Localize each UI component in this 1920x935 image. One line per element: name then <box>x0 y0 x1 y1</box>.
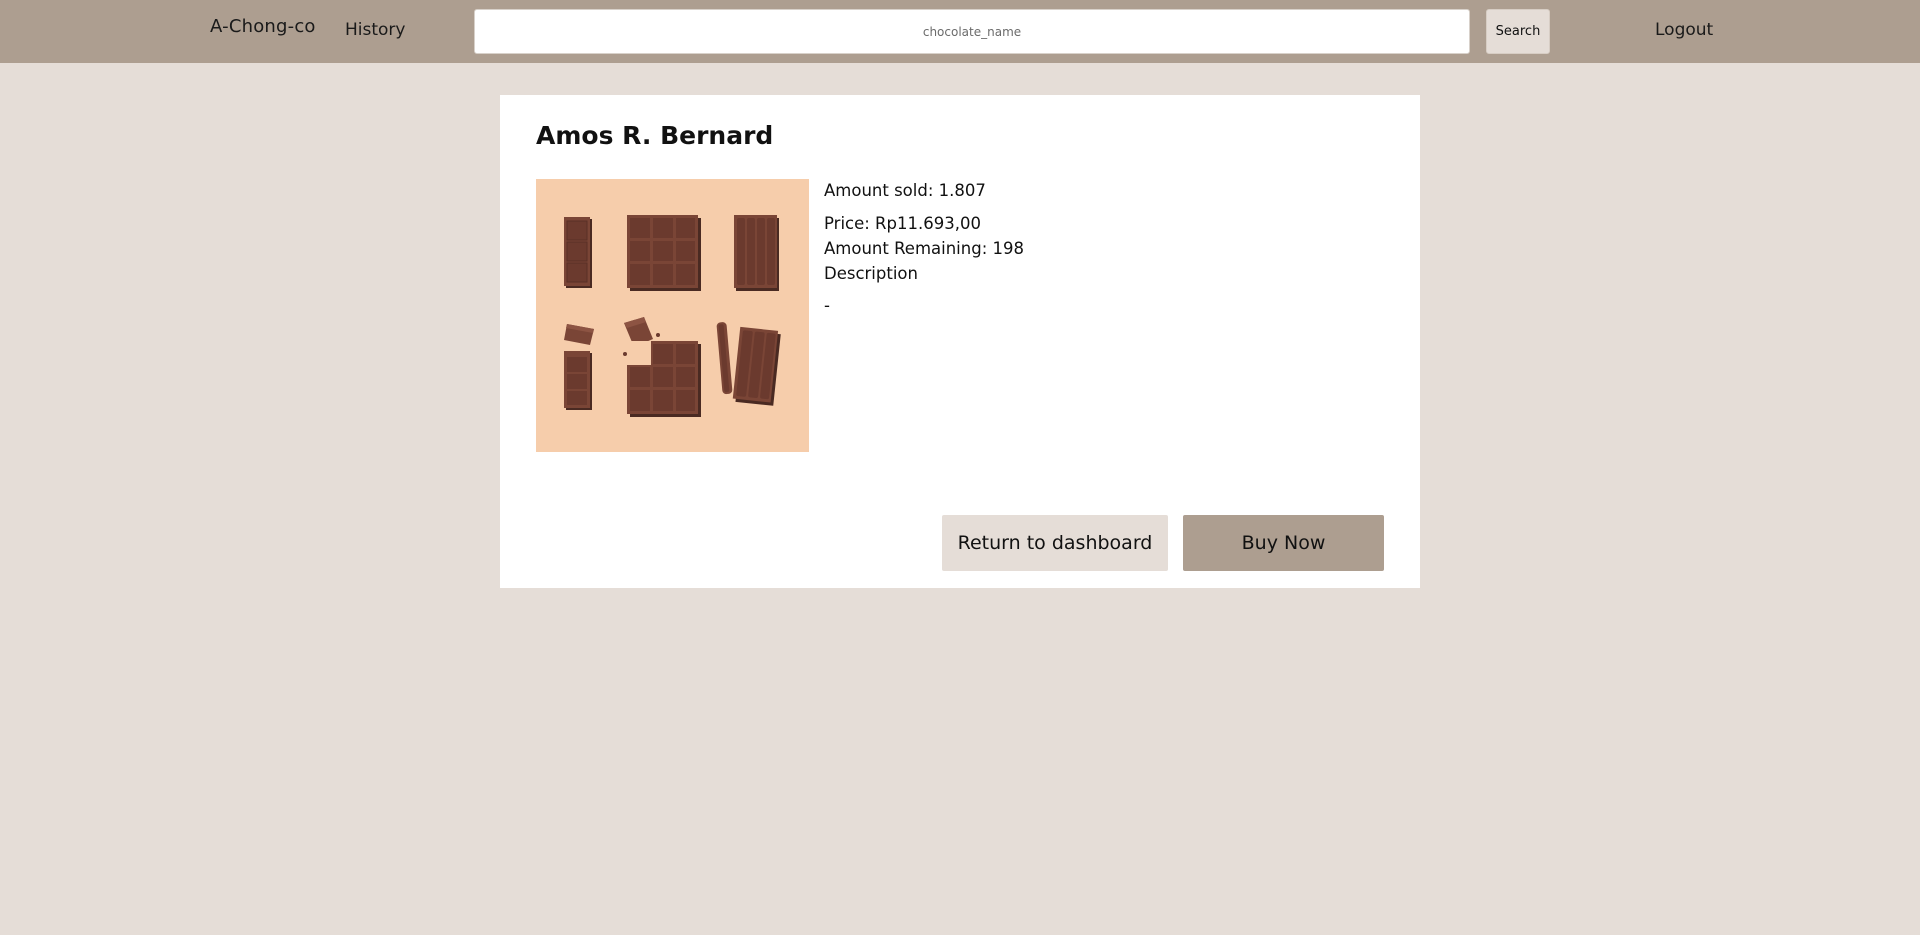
search-button[interactable]: Search <box>1486 9 1550 54</box>
search-input[interactable] <box>474 9 1470 54</box>
product-image <box>536 179 809 452</box>
nav-history-link[interactable]: History <box>345 20 405 40</box>
product-detail-card: Amos R. Bernard Amount sold: 1.807 Price… <box>500 95 1420 588</box>
description-text: - <box>824 296 830 315</box>
top-navbar: A-Chong-co History Search Logout <box>0 0 1920 63</box>
description-label: Description <box>824 264 918 283</box>
amount-remaining-text: Amount Remaining: 198 <box>824 239 1024 258</box>
brand-logo-link[interactable]: A-Chong-co <box>210 16 316 37</box>
logout-link[interactable]: Logout <box>1655 20 1713 40</box>
price-text: Price: Rp11.693,00 <box>824 214 981 233</box>
amount-sold-text: Amount sold: 1.807 <box>824 181 986 200</box>
buy-now-button[interactable]: Buy Now <box>1183 515 1384 571</box>
return-to-dashboard-button[interactable]: Return to dashboard <box>942 515 1168 571</box>
chocolate-bars-illustration <box>536 179 809 452</box>
product-title: Amos R. Bernard <box>536 121 774 150</box>
